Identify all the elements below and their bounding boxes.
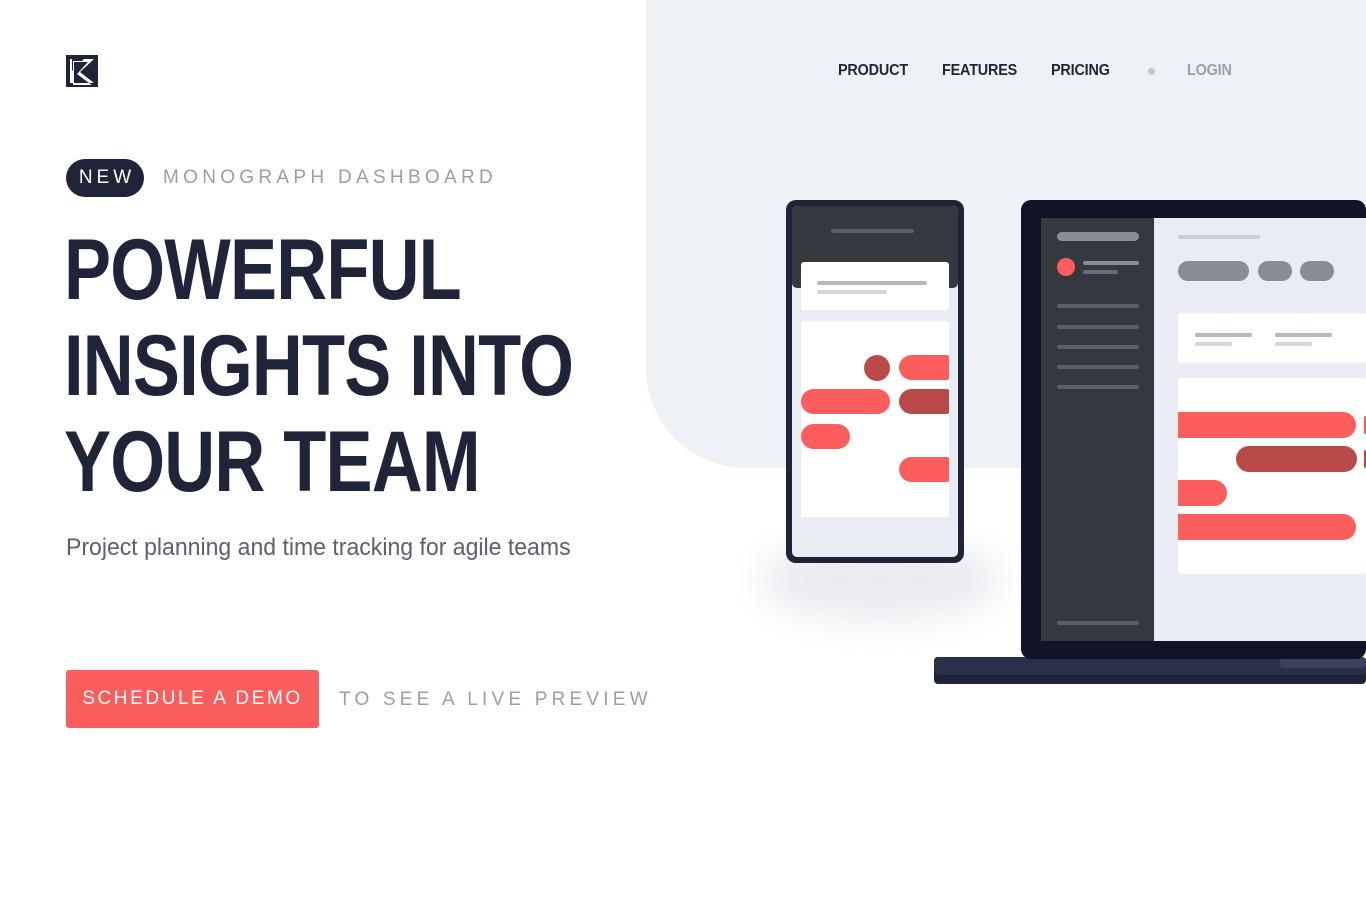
nav-link-product[interactable]: PRODUCT — [838, 60, 932, 82]
main-navigation: PRODUCT FEATURES PRICING LOGIN — [838, 60, 1237, 82]
monograph-logo-icon[interactable] — [66, 55, 98, 87]
new-badge: NEW — [66, 159, 144, 197]
cta-caption: TO SEE A LIVE PREVIEW — [339, 689, 652, 710]
headline-line-3: YOUR TEAM — [64, 414, 481, 510]
schedule-demo-button[interactable]: SCHEDULE A DEMO — [66, 670, 319, 728]
nav-link-pricing[interactable]: PRICING — [1051, 60, 1138, 82]
headline-line-1: POWERFUL — [64, 222, 462, 318]
eyebrow-text: MONOGRAPH DASHBOARD — [163, 167, 498, 188]
hero-headline: POWERFUL INSIGHTS INTO YOUR TEAM — [64, 222, 624, 510]
nav-link-features[interactable]: FEATURES — [942, 60, 1040, 82]
eyebrow: NEW MONOGRAPH DASHBOARD — [66, 159, 497, 197]
devices-illustration — [760, 200, 1366, 684]
hero-subtitle: Project planning and time tracking for a… — [66, 534, 571, 561]
nav-link-login[interactable]: LOGIN — [1187, 60, 1232, 82]
headline-line-2: INSIGHTS INTO — [64, 318, 574, 414]
nav-separator-dot — [1148, 67, 1155, 75]
phone-mockup — [786, 200, 964, 563]
laptop-mockup — [934, 200, 1366, 684]
